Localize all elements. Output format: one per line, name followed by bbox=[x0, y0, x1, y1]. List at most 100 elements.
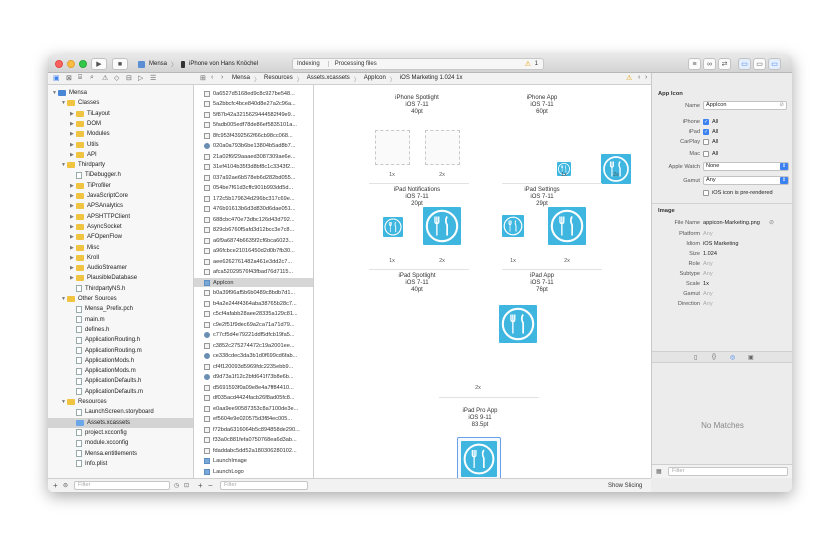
app-icon-image[interactable] bbox=[423, 207, 461, 245]
navigator-item[interactable]: module.xcconfig bbox=[48, 438, 193, 448]
source-control-icon[interactable]: ⊠ bbox=[66, 74, 72, 82]
navigator-item[interactable]: ApplicationRouting.m bbox=[48, 346, 193, 356]
navigator-item[interactable]: LaunchScreen.storyboard bbox=[48, 407, 193, 417]
back-icon[interactable]: ‹ bbox=[211, 74, 213, 81]
report-icon[interactable]: ☰ bbox=[150, 74, 156, 82]
navigator-item[interactable]: defines.h bbox=[48, 325, 193, 335]
prerendered-checkbox[interactable] bbox=[703, 190, 709, 196]
navigator-filter-input[interactable]: Filter bbox=[74, 481, 170, 490]
breadcrumb-item[interactable]: iOS Marketing 1.024 1x bbox=[400, 75, 463, 84]
asset-item[interactable]: c5cf4afabb28aee28335a129c81... bbox=[194, 310, 313, 319]
next-issue-icon[interactable]: › bbox=[645, 74, 647, 81]
hierarchy-icon[interactable]: ⌸ bbox=[78, 74, 82, 82]
navigator-item[interactable]: ▶ TiLayout bbox=[48, 109, 193, 119]
asset-item[interactable]: 8fc953f4392562f66cb98cc068... bbox=[194, 131, 313, 140]
close-window-button[interactable] bbox=[55, 60, 63, 68]
navigator-item[interactable]: main.m bbox=[48, 315, 193, 325]
navigator-item[interactable]: ApplicationRouting.h bbox=[48, 335, 193, 345]
reveal-arrow-icon[interactable]: ⊘ bbox=[769, 219, 774, 226]
navigator-item[interactable]: ▶ AFOpenFlow bbox=[48, 232, 193, 242]
breadcrumb-item[interactable]: AppIcon bbox=[364, 75, 386, 84]
navigator-item[interactable]: ▶ APSHTTPClient bbox=[48, 212, 193, 222]
asset-item[interactable]: 21a02f6f29aaaed3087309ae6e... bbox=[194, 152, 313, 161]
navigator-item[interactable]: ▶ PlausibleDatabase bbox=[48, 273, 193, 283]
asset-item[interactable]: 0a6527d5168ed9c8c927be548... bbox=[194, 89, 313, 98]
ipad-all-checkbox[interactable]: ✓ bbox=[703, 129, 709, 135]
code-snippet-icon[interactable]: {} bbox=[712, 354, 716, 360]
asset-item[interactable]: aee6262761482a461e3dd2c7... bbox=[194, 257, 313, 266]
asset-item[interactable]: 5fadb005edf78de86ef5835101a... bbox=[194, 121, 313, 130]
filter-options-icon[interactable]: ⊜ bbox=[63, 482, 68, 489]
asset-item[interactable]: 5f87b42a3215629444582f49e9... bbox=[194, 110, 313, 119]
navigator-item[interactable]: ▶ API bbox=[48, 150, 193, 160]
asset-item[interactable]: c77cf5d4e79221ddf5dfcb19fa5... bbox=[194, 331, 313, 340]
navigator-item[interactable]: TiDebugger.h bbox=[48, 170, 193, 180]
breadcrumb-item[interactable]: Resources bbox=[264, 75, 293, 84]
navigator-item[interactable]: ▶ Misc bbox=[48, 243, 193, 253]
asset-item[interactable]: df035acd4424facb26f8ad05fc8... bbox=[194, 394, 313, 403]
breakpoint-icon[interactable]: ▷ bbox=[138, 74, 143, 82]
remove-icon[interactable]: − bbox=[208, 481, 213, 490]
toggle-debug-button[interactable]: ▭ bbox=[753, 58, 766, 70]
version-editor-button[interactable]: ⇄ bbox=[718, 58, 731, 70]
navigator-item[interactable]: ▶ Kroll bbox=[48, 253, 193, 263]
navigator-item[interactable]: ▼ Classes bbox=[48, 98, 193, 108]
grid-view-icon[interactable]: ▦ bbox=[656, 468, 662, 475]
scm-filter-icon[interactable]: ⊡ bbox=[184, 482, 189, 489]
mac-all-checkbox[interactable] bbox=[703, 151, 709, 157]
asset-item[interactable]: e0aa9ee90587353c8a7100de3e... bbox=[194, 404, 313, 413]
asset-item[interactable]: 5a2bbcfc4bce840d8e27a2c96a... bbox=[194, 100, 313, 109]
warning-count[interactable]: 1 bbox=[535, 61, 538, 67]
forward-icon[interactable]: › bbox=[221, 74, 223, 81]
asset-filter-input[interactable]: Filter bbox=[220, 481, 308, 490]
asset-item[interactable]: b0a39f96af5b6b0489c8bdb7d1... bbox=[194, 289, 313, 298]
app-icon-image[interactable] bbox=[383, 217, 403, 237]
navigator-item[interactable]: Mensa_Prefix.pch bbox=[48, 304, 193, 314]
prev-issue-icon[interactable]: ‹ bbox=[638, 74, 640, 81]
app-icon-image[interactable] bbox=[548, 207, 586, 245]
stop-button[interactable]: ■ bbox=[112, 58, 128, 70]
toggle-navigator-button[interactable]: ▭ bbox=[738, 58, 751, 70]
asset-item[interactable]: LaunchImage bbox=[194, 457, 313, 466]
show-slicing-button[interactable]: Show Slicing bbox=[608, 483, 642, 489]
navigator-item[interactable]: ▼ Thirdparty bbox=[48, 160, 193, 170]
empty-icon-slot[interactable] bbox=[375, 130, 410, 165]
asset-item[interactable]: ef5604e9e020575d3f84ec005... bbox=[194, 415, 313, 424]
asset-item[interactable]: AppIcon bbox=[194, 278, 313, 287]
asset-item[interactable]: afca52029576f43fbad76d7115... bbox=[194, 268, 313, 277]
app-icon-image[interactable] bbox=[502, 215, 524, 237]
zoom-window-button[interactable] bbox=[79, 60, 87, 68]
empty-icon-slot[interactable] bbox=[425, 130, 460, 165]
run-button[interactable]: ▶ bbox=[91, 58, 107, 70]
media-library-icon[interactable]: ▣ bbox=[748, 354, 754, 361]
assistant-editor-button[interactable]: ∞ bbox=[703, 58, 716, 70]
asset-item[interactable]: f72bda6316064b5c894858de290... bbox=[194, 425, 313, 434]
minimize-window-button[interactable] bbox=[67, 60, 75, 68]
scheme-selector[interactable]: Mensa 〉 iPhone von Hans Knöchel bbox=[138, 58, 258, 70]
navigator-item[interactable]: ▶ JavaScriptCore bbox=[48, 191, 193, 201]
asset-item[interactable]: 688cbc470e73dbc126d43d792... bbox=[194, 215, 313, 224]
gamut-select[interactable]: Any ⇕ bbox=[703, 176, 789, 185]
asset-item[interactable]: d5691593f0a09e8e4a7ff84410... bbox=[194, 383, 313, 392]
add-icon[interactable]: + bbox=[198, 481, 203, 490]
asset-item[interactable]: d9d73a1f12c2bfd641f73b8e6b... bbox=[194, 373, 313, 382]
app-icon-image[interactable] bbox=[461, 441, 497, 477]
standard-editor-button[interactable]: ≡ bbox=[688, 58, 701, 70]
navigator-item[interactable]: ApplicationDefaults.m bbox=[48, 387, 193, 397]
asset-item[interactable]: 020a0a793b6be13804b5ad8b7... bbox=[194, 142, 313, 151]
carplay-all-checkbox[interactable] bbox=[703, 139, 709, 145]
navigator-item[interactable]: ▶ Utils bbox=[48, 140, 193, 150]
navigator-item[interactable]: ▶ DOM bbox=[48, 119, 193, 129]
asset-item[interactable]: fdaddabc5dd52a180306280102... bbox=[194, 446, 313, 455]
asset-item[interactable]: LaunchLogo bbox=[194, 467, 313, 476]
navigator-item[interactable]: ▶ AsyncSocket bbox=[48, 222, 193, 232]
asset-item[interactable]: a6f9a6874b6635f2cf6bca6023... bbox=[194, 236, 313, 245]
recent-files-icon[interactable]: ◷ bbox=[174, 482, 179, 489]
test-icon[interactable]: ◇ bbox=[114, 74, 119, 82]
debug-icon[interactable]: ⊟ bbox=[126, 74, 132, 82]
asset-item[interactable]: ce338cdec3da3b1d0f699cd6fab... bbox=[194, 352, 313, 361]
navigator-item[interactable]: ▶ AudioStreamer bbox=[48, 263, 193, 273]
app-icon-image[interactable] bbox=[601, 154, 631, 184]
asset-item[interactable]: b4a2e244f4364aba38765b28c7... bbox=[194, 299, 313, 308]
object-library-icon[interactable]: ◎ bbox=[730, 354, 735, 361]
